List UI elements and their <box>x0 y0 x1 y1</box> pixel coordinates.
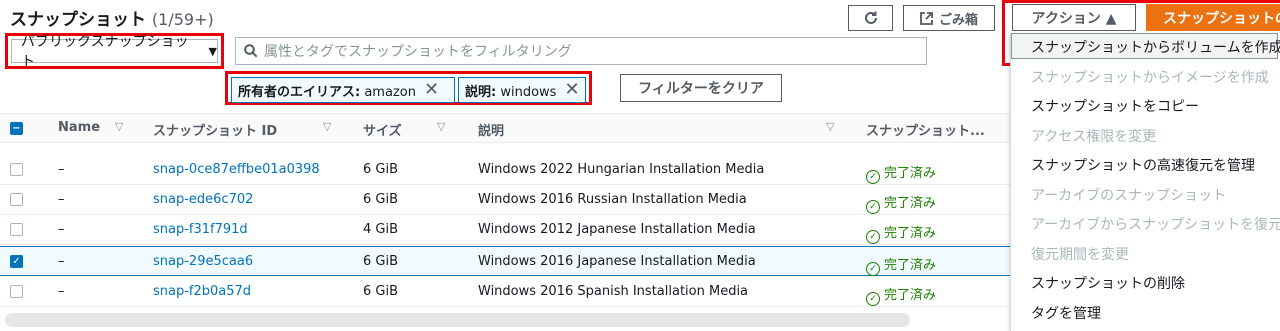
filter-tokens-highlight: 所有者のエイリアス: amazon ✕ 説明: windows ✕ <box>225 71 592 105</box>
row-size: 6 GiB <box>363 284 399 299</box>
row-description: Windows 2016 Russian Installation Media <box>478 192 747 207</box>
status-badge: ✓ 完了済み <box>866 192 936 214</box>
table-row[interactable]: – snap-0ce87effbe01a0398 6 GiB Windows 2… <box>0 155 1010 185</box>
check-circle-icon: ✓ <box>866 200 880 214</box>
column-header-name[interactable]: Name <box>58 120 100 135</box>
status-badge: ✓ 完了済み <box>866 284 936 306</box>
snapshot-id-link[interactable]: snap-f2b0a57d <box>153 284 251 299</box>
row-checkbox[interactable] <box>10 163 23 176</box>
status-text: 完了済み <box>884 288 937 303</box>
search-input[interactable]: 属性とタグでスナップショットをフィルタリング <box>235 37 927 65</box>
menu-item-copy-snapshot[interactable]: スナップショットをコピー <box>1031 96 1199 116</box>
scope-dropdown-highlight: パブリックスナップショット ▼ <box>5 33 224 70</box>
close-icon[interactable]: ✕ <box>564 81 579 99</box>
snapshot-id-link[interactable]: snap-0ce87effbe01a0398 <box>153 162 320 177</box>
select-all-checkbox[interactable]: − <box>10 122 23 135</box>
sort-icon[interactable]: ▽ <box>115 120 123 133</box>
sort-icon[interactable]: ▽ <box>437 120 445 133</box>
row-checkbox[interactable] <box>10 285 23 298</box>
row-size: 6 GiB <box>363 254 399 269</box>
menu-item-create-volume[interactable]: スナップショットからボリュームを作成 <box>1031 37 1280 57</box>
menu-item-restore-from-archive: アーカイブからスナップショットを復元 <box>1031 217 1280 233</box>
menu-item-manage-tags[interactable]: タグを管理 <box>1031 303 1101 323</box>
recycle-bin-label: ごみ箱 <box>938 12 978 28</box>
status-text: 完了済み <box>884 258 937 273</box>
row-checkbox[interactable] <box>10 193 23 206</box>
search-icon <box>244 44 258 58</box>
column-header-snapshot-status[interactable]: スナップショット... <box>866 120 985 139</box>
create-snapshot-button[interactable]: スナップショットの作成 <box>1146 4 1280 31</box>
external-link-icon <box>920 11 933 25</box>
filter-token-value: windows <box>500 84 557 100</box>
table-row[interactable]: – snap-f2b0a57d 6 GiB Windows 2016 Spani… <box>0 277 1010 307</box>
actions-menu: スナップショットからボリュームを作成 スナップショットからイメージを作成 スナッ… <box>1010 33 1280 331</box>
status-text: 完了済み <box>884 196 937 211</box>
row-name: – <box>58 222 65 237</box>
row-checkbox[interactable] <box>10 223 23 236</box>
menu-item-create-image: スナップショットからイメージを作成 <box>1031 70 1269 86</box>
row-name: – <box>58 192 65 207</box>
table-header: − Name ▽ スナップショット ID ▽ サイズ ▽ 説明 ▽ スナップショ… <box>0 113 1010 143</box>
page-title: スナップショット (1/59+) <box>10 5 214 30</box>
table-row[interactable]: – snap-ede6c702 6 GiB Windows 2016 Russi… <box>0 185 1010 215</box>
row-description: Windows 2016 Spanish Installation Media <box>478 284 749 299</box>
row-checkbox[interactable]: ✓ <box>10 255 23 268</box>
menu-item-delete-snapshot[interactable]: スナップショットの削除 <box>1031 273 1185 293</box>
snapshot-id-link[interactable]: snap-ede6c702 <box>153 192 253 207</box>
column-header-snapshot-id[interactable]: スナップショット ID <box>153 120 277 139</box>
search-placeholder: 属性とタグでスナップショットをフィルタリング <box>264 44 572 60</box>
menu-item-modify-permissions: アクセス権限を変更 <box>1031 129 1157 145</box>
clear-filters-button[interactable]: フィルターをクリア <box>620 74 782 102</box>
check-circle-icon: ✓ <box>866 292 880 306</box>
create-snapshot-label: スナップショットの作成 <box>1163 11 1280 27</box>
filter-token-owner: 所有者のエイリアス: amazon ✕ <box>231 77 455 103</box>
recycle-bin-button[interactable]: ごみ箱 <box>903 5 995 31</box>
caret-down-icon: ▼ <box>208 44 217 58</box>
row-name: – <box>58 254 65 269</box>
snapshot-id-link[interactable]: snap-f31f791d <box>153 222 248 237</box>
actions-button[interactable]: アクション ▲ <box>1012 4 1136 31</box>
check-circle-icon: ✓ <box>866 262 880 276</box>
column-header-description[interactable]: 説明 <box>478 120 504 139</box>
filter-token-key: 所有者のエイリアス: <box>238 84 361 100</box>
refresh-icon <box>864 11 877 24</box>
scope-dropdown[interactable]: パブリックスナップショット ▼ <box>11 34 218 70</box>
horizontal-scrollbar[interactable] <box>5 313 910 327</box>
menu-item-archive-snapshot: アーカイブのスナップショット <box>1031 188 1227 204</box>
row-description: Windows 2022 Hungarian Installation Medi… <box>478 162 765 177</box>
filter-token-description: 説明: windows ✕ <box>458 77 586 103</box>
clear-filters-label: フィルターをクリア <box>638 81 764 97</box>
row-size: 6 GiB <box>363 192 399 207</box>
check-circle-icon: ✓ <box>866 230 880 244</box>
row-size: 4 GiB <box>363 222 399 237</box>
filter-token-value: amazon <box>364 84 416 100</box>
snapshot-id-link[interactable]: snap-29e5caa6 <box>153 254 253 269</box>
scope-dropdown-value: パブリックスナップショット <box>21 34 189 70</box>
row-size: 6 GiB <box>363 162 399 177</box>
check-circle-icon: ✓ <box>866 170 880 184</box>
status-badge: ✓ 完了済み <box>866 222 936 244</box>
menu-item-change-restore-period: 復元期間を変更 <box>1031 247 1129 263</box>
close-icon[interactable]: ✕ <box>424 81 439 99</box>
snapshot-count: (1/59+) <box>151 10 214 29</box>
sort-icon[interactable]: ▽ <box>323 120 331 133</box>
row-name: – <box>58 162 65 177</box>
table-row[interactable]: – snap-f31f791d 4 GiB Windows 2012 Japan… <box>0 215 1010 245</box>
filter-token-key: 説明: <box>465 84 497 100</box>
status-badge: ✓ 完了済み <box>866 254 936 276</box>
table-row-selected[interactable]: ✓ – snap-29e5caa6 6 GiB Windows 2016 Jap… <box>0 246 1010 276</box>
sort-icon[interactable]: ▽ <box>826 120 834 133</box>
status-text: 完了済み <box>884 226 937 241</box>
row-description: Windows 2016 Japanese Installation Media <box>478 254 756 269</box>
status-text: 完了済み <box>884 166 937 181</box>
row-name: – <box>58 284 65 299</box>
status-badge: ✓ 完了済み <box>866 162 936 184</box>
row-description: Windows 2012 Japanese Installation Media <box>478 222 756 237</box>
menu-item-fast-restore[interactable]: スナップショットの高速復元を管理 <box>1031 155 1255 175</box>
page-title-text: スナップショット <box>10 10 146 30</box>
actions-label: アクション ▲ <box>1031 10 1117 27</box>
column-header-size[interactable]: サイズ <box>363 120 402 139</box>
refresh-button[interactable] <box>848 5 893 31</box>
